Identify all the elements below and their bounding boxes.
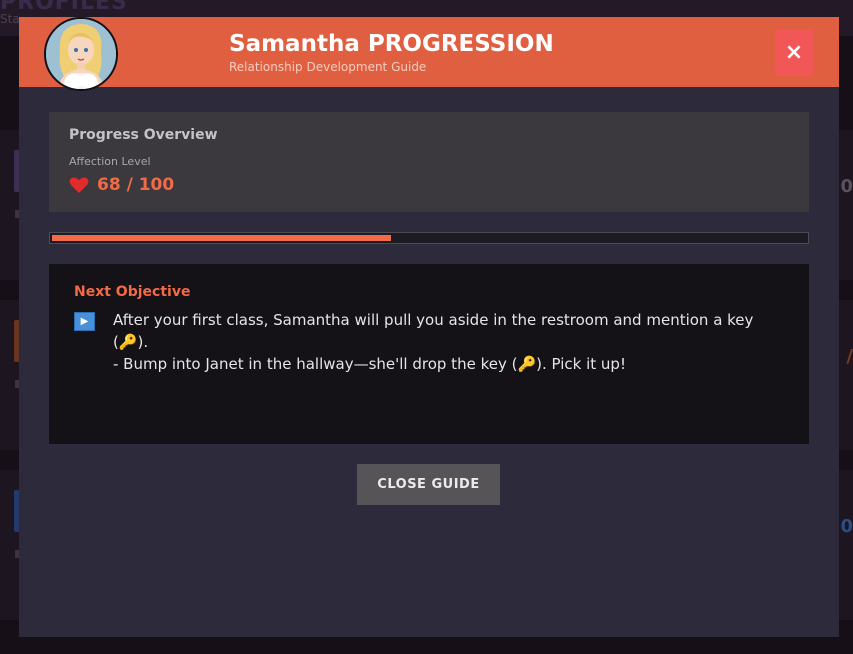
affection-progress-fill [52,235,391,241]
objective-line-2: - Bump into Janet in the hallway—she'll … [113,355,626,373]
affection-level-value: 68 / 100 [97,175,175,195]
close-icon[interactable]: × [775,29,813,76]
modal-title: Samantha PROGRESSION [229,31,554,57]
objective-line-1: After your first class, Samantha will pu… [113,311,754,351]
progress-overview-title: Progress Overview [69,127,218,143]
heart-icon [69,177,89,193]
progression-modal: Samantha PROGRESSION Relationship Develo… [19,17,839,637]
background-subtitle: Sta [0,12,20,26]
affection-level-label: Affection Level [69,155,151,168]
character-avatar [44,17,118,91]
character-portrait-icon [46,19,116,89]
background-card-2-stat: / [846,346,853,367]
play-icon: ▶ [74,312,95,331]
close-guide-button[interactable]: CLOSE GUIDE [357,464,500,505]
affection-level-value-row: 68 / 100 [69,175,174,195]
progress-overview-panel: Progress Overview Affection Level 68 / 1… [49,112,809,212]
next-objective-panel: Next Objective ▶ After your first class,… [49,264,809,444]
objective-text: After your first class, Samantha will pu… [113,309,793,375]
next-objective-title: Next Objective [74,284,191,300]
modal-header: Samantha PROGRESSION Relationship Develo… [19,17,839,91]
affection-progress-bar [49,232,809,244]
background-card-3-stat: 0 [840,516,853,537]
background-card-1-stat: 0 [840,176,853,197]
modal-subtitle: Relationship Development Guide [229,60,427,74]
